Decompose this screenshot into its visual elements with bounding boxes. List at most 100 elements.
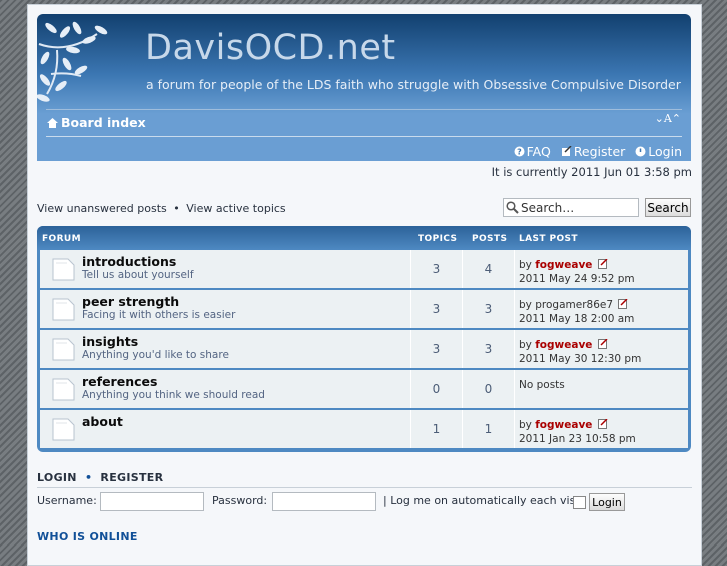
search-icon bbox=[506, 201, 519, 214]
posts-count: 3 bbox=[462, 330, 514, 368]
help-icon: ? bbox=[514, 146, 525, 157]
last-post: No posts bbox=[514, 370, 688, 408]
topics-count: 1 bbox=[410, 410, 462, 448]
last-post-date: 2011 Jan 23 10:58 pm bbox=[519, 433, 636, 445]
forum-description: Anything you'd like to share bbox=[82, 349, 229, 361]
by-label: by bbox=[519, 299, 532, 311]
forum-description: Tell us about yourself bbox=[82, 269, 194, 281]
forum-row: insights Anything you'd like to share 3 … bbox=[40, 330, 688, 368]
forum-read-icon bbox=[52, 338, 75, 361]
view-latest-post-icon[interactable] bbox=[597, 419, 608, 429]
username-label: Username: bbox=[37, 494, 97, 507]
register-label: Register bbox=[573, 144, 626, 159]
view-latest-post-icon[interactable] bbox=[597, 339, 608, 349]
autologin-checkbox[interactable] bbox=[573, 496, 586, 509]
last-post-date: 2011 May 18 2:00 am bbox=[519, 313, 635, 325]
topics-column-header: TOPICS bbox=[418, 234, 458, 244]
separator: • bbox=[84, 471, 93, 484]
divider bbox=[37, 487, 692, 488]
user-links: ? FAQ Register Login bbox=[508, 144, 682, 159]
last-post-column-header: LAST POST bbox=[519, 234, 578, 244]
faq-link[interactable]: ? FAQ bbox=[514, 144, 551, 159]
forum-row: about 1 1 by fogweave 2011 Jan 23 10:58 … bbox=[40, 410, 688, 448]
forum-read-icon bbox=[52, 258, 75, 281]
forum-row: references Anything you think we should … bbox=[40, 370, 688, 408]
login-heading: LOGIN • REGISTER bbox=[37, 471, 163, 484]
svg-text:?: ? bbox=[517, 148, 522, 157]
search-box[interactable] bbox=[503, 198, 639, 217]
topics-count: 3 bbox=[410, 250, 462, 288]
forum-read-icon bbox=[52, 298, 75, 321]
topics-count: 3 bbox=[410, 330, 462, 368]
topics-count: 3 bbox=[410, 290, 462, 328]
posts-count: 3 bbox=[462, 290, 514, 328]
last-post-author[interactable]: fogweave bbox=[535, 259, 592, 271]
last-post-author[interactable]: fogweave bbox=[535, 419, 592, 431]
forum-description: Anything you think we should read bbox=[82, 389, 265, 401]
active-topics-link[interactable]: View active topics bbox=[186, 202, 285, 215]
login-button[interactable]: Login bbox=[589, 493, 625, 511]
board-index-link[interactable]: Board index bbox=[47, 115, 146, 130]
posts-count: 1 bbox=[462, 410, 514, 448]
last-post-date: No posts bbox=[519, 379, 565, 391]
login-label: Login bbox=[648, 144, 682, 159]
forum-read-icon bbox=[52, 418, 75, 441]
posts-count: 4 bbox=[462, 250, 514, 288]
login-link[interactable]: Login bbox=[635, 144, 682, 159]
view-latest-post-icon[interactable] bbox=[618, 299, 628, 309]
quick-links: View unanswered posts • View active topi… bbox=[37, 202, 286, 215]
login-heading-link[interactable]: LOGIN bbox=[37, 471, 77, 484]
posts-column-header: POSTS bbox=[472, 234, 508, 244]
by-label: by bbox=[519, 339, 532, 351]
divider bbox=[46, 109, 682, 110]
board-index-label: Board index bbox=[61, 115, 146, 130]
last-post: by fogweave 2011 May 30 12:30 pm bbox=[514, 330, 688, 368]
topics-count: 0 bbox=[410, 370, 462, 408]
by-label: by bbox=[519, 419, 532, 431]
forum-row: peer strength Facing it with others is e… bbox=[40, 290, 688, 328]
register-heading-link[interactable]: REGISTER bbox=[100, 471, 163, 484]
forum-title[interactable]: peer strength bbox=[82, 294, 179, 309]
password-field[interactable] bbox=[272, 492, 376, 511]
last-post-date: 2011 May 24 9:52 pm bbox=[519, 273, 635, 285]
forum-title[interactable]: insights bbox=[82, 334, 138, 349]
forum-column-header: FORUM bbox=[42, 234, 81, 244]
register-icon bbox=[561, 146, 572, 156]
last-post: by fogweave 2011 Jan 23 10:58 pm bbox=[514, 410, 688, 448]
by-label: by bbox=[519, 259, 532, 271]
leafy-branch-icon bbox=[37, 21, 108, 102]
forum-title[interactable]: references bbox=[82, 374, 157, 389]
posts-count: 0 bbox=[462, 370, 514, 408]
header: DavisOCD.net a forum for people of the L… bbox=[37, 14, 691, 161]
divider bbox=[46, 136, 682, 137]
site-title[interactable]: DavisOCD.net bbox=[145, 28, 396, 68]
power-icon bbox=[635, 146, 646, 157]
forum-title[interactable]: about bbox=[82, 414, 123, 429]
last-post-author[interactable]: progamer86e7 bbox=[535, 299, 613, 311]
username-field[interactable] bbox=[100, 492, 204, 511]
font-size-toggle[interactable]: ⌄A⌃ bbox=[655, 112, 681, 125]
last-post-date: 2011 May 30 12:30 pm bbox=[519, 353, 642, 365]
search-input[interactable] bbox=[521, 201, 633, 215]
forum-title[interactable]: introductions bbox=[82, 254, 176, 269]
forum-read-icon bbox=[52, 378, 75, 401]
password-label: Password: bbox=[212, 494, 268, 507]
forum-list: FORUM TOPICS POSTS LAST POST introductio… bbox=[37, 226, 691, 452]
forum-list-header: FORUM TOPICS POSTS LAST POST bbox=[37, 226, 691, 250]
current-time: It is currently 2011 Jun 01 3:58 pm bbox=[491, 165, 692, 179]
last-post: by progamer86e7 2011 May 18 2:00 am bbox=[514, 290, 688, 328]
who-is-online-heading: WHO IS ONLINE bbox=[37, 530, 138, 543]
home-icon bbox=[47, 118, 58, 128]
last-post-author[interactable]: fogweave bbox=[535, 339, 592, 351]
page-wrapper: DavisOCD.net a forum for people of the L… bbox=[27, 4, 702, 566]
unanswered-posts-link[interactable]: View unanswered posts bbox=[37, 202, 167, 215]
faq-label: FAQ bbox=[526, 144, 551, 159]
forum-row: introductions Tell us about yourself 3 4… bbox=[40, 250, 688, 288]
site-description: a forum for people of the LDS faith who … bbox=[146, 77, 681, 92]
forum-description: Facing it with others is easier bbox=[82, 309, 236, 321]
register-link[interactable]: Register bbox=[561, 144, 625, 159]
view-latest-post-icon[interactable] bbox=[597, 259, 608, 269]
search-button[interactable]: Search bbox=[645, 198, 691, 217]
last-post: by fogweave 2011 May 24 9:52 pm bbox=[514, 250, 688, 288]
autologin-label: | Log me on automatically each visit bbox=[383, 494, 583, 507]
